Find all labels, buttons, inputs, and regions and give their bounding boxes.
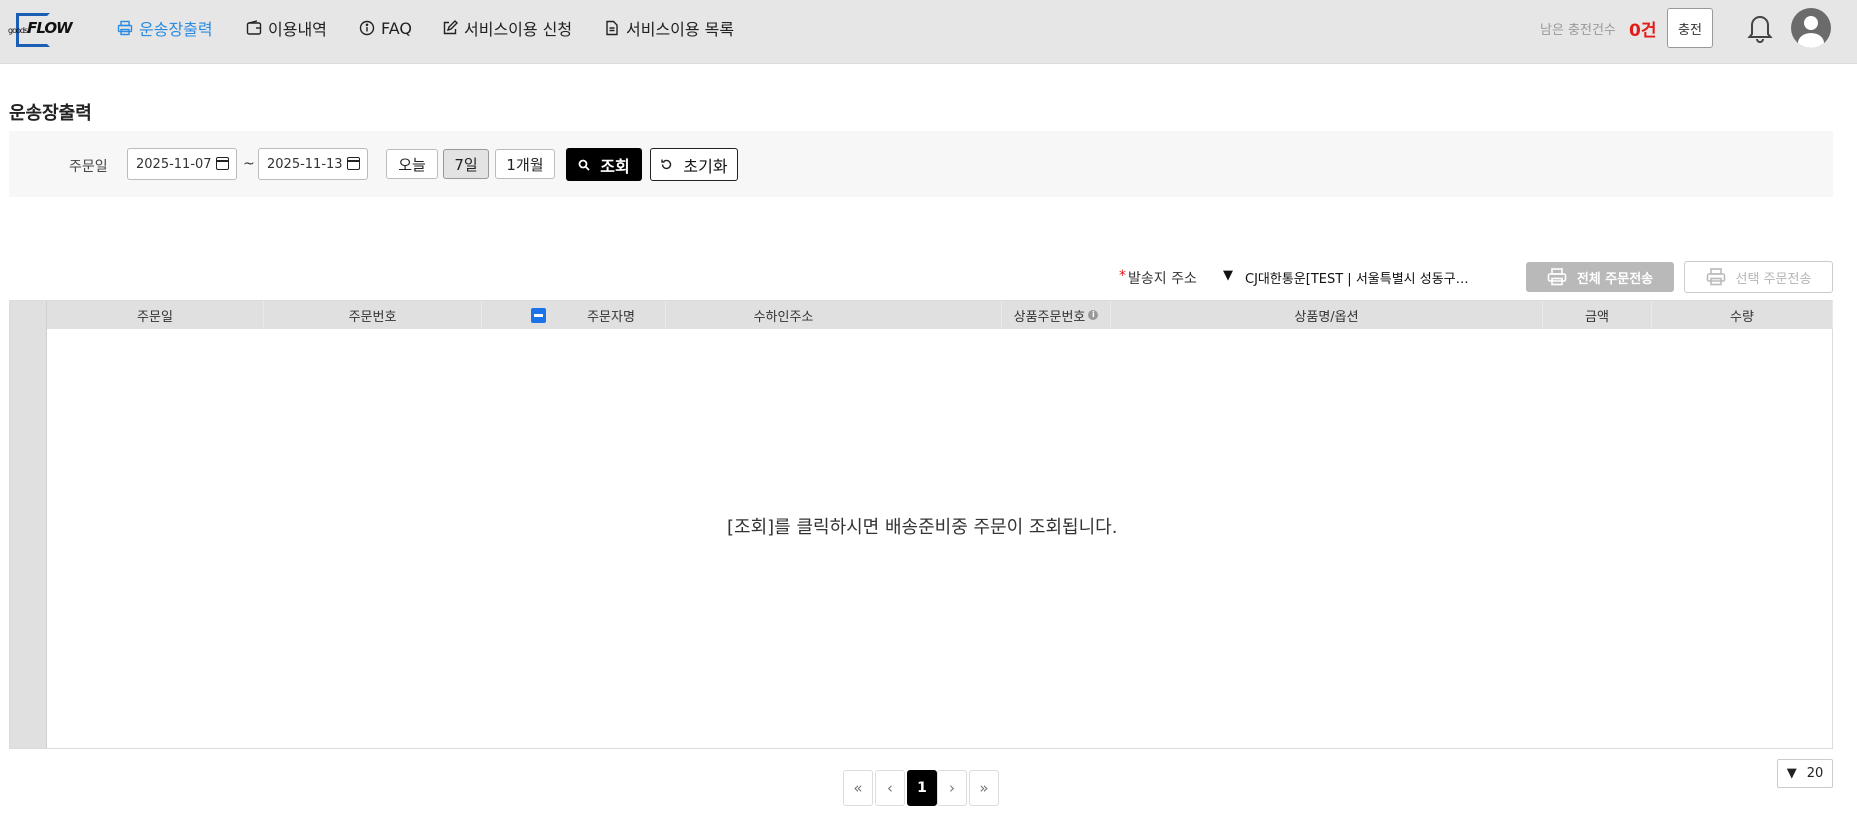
filter-panel: 주문일 2025-11-07 ~ 2025-11-13 오늘 7일 1개월 조회… [9, 131, 1833, 197]
required-mark: * [1119, 268, 1126, 284]
send-selected-orders-button[interactable]: 선택 주문전송 [1684, 261, 1833, 293]
calendar-icon[interactable] [347, 157, 360, 170]
nav-service-list[interactable]: 서비스이용 목록 [604, 0, 734, 56]
send-all-orders-button[interactable]: 전체 주문전송 [1526, 262, 1674, 292]
range-1month-button[interactable]: 1개월 [495, 149, 555, 179]
first-page-button[interactable]: « [843, 770, 873, 806]
search-icon [578, 159, 590, 171]
bell-icon[interactable] [1746, 13, 1774, 43]
refresh-icon [661, 159, 672, 170]
nav-service-apply[interactable]: 서비스이용 신청 [442, 0, 572, 56]
user-avatar-icon[interactable] [1791, 8, 1831, 48]
select-all-checkbox[interactable] [531, 308, 546, 323]
reset-button[interactable]: 초기화 [650, 148, 738, 181]
caret-down-icon: ▼ [1223, 268, 1233, 283]
row-header-column [10, 301, 47, 748]
page-1-button[interactable]: 1 [907, 770, 937, 806]
column-recipient-address[interactable]: 수하인주소 [566, 301, 1002, 329]
nav-label: FAQ [381, 18, 412, 38]
printer-icon [1706, 268, 1725, 286]
column-product-order-number[interactable]: 상품주문번호 i [1002, 301, 1111, 329]
page-title: 운송장출력 [9, 103, 92, 124]
nav-label: 서비스이용 목록 [626, 20, 735, 39]
last-page-button[interactable]: » [969, 770, 999, 806]
top-bar: goodsFLOW 운송장출력 이용내역 FAQ 서비스이용 신청 서비스이용 … [0, 0, 1857, 64]
date-from-input[interactable]: 2025-11-07 [127, 148, 237, 180]
nav-usage-history[interactable]: 이용내역 [246, 0, 327, 56]
table-header: 주문일 주문번호 주문자명 수하인주소 상품주문번호 i 상품명/옵션 금액 수량 [47, 301, 1833, 329]
printer-icon [1547, 268, 1567, 286]
nav-label: 서비스이용 신청 [464, 20, 573, 39]
nav-label: 이용내역 [268, 20, 327, 39]
order-date-label: 주문일 [69, 159, 108, 175]
edit-icon [443, 20, 458, 35]
goodsflow-logo[interactable]: goodsFLOW [8, 10, 74, 50]
printer-icon [117, 20, 133, 36]
column-order-number[interactable]: 주문번호 [264, 301, 482, 329]
caret-down-icon: ▼ [1786, 766, 1797, 781]
nav-faq[interactable]: FAQ [359, 0, 412, 56]
column-order-date[interactable]: 주문일 [47, 301, 264, 329]
info-icon[interactable]: i [1088, 310, 1099, 320]
page-size-select[interactable]: ▼ 20 [1777, 759, 1833, 788]
search-button[interactable]: 조회 [566, 148, 642, 181]
next-page-button[interactable]: › [937, 770, 967, 806]
document-icon [606, 20, 618, 36]
shipping-address-select[interactable]: ▼ CJ대한통운[TEST | 서울특별시 성동구… [1223, 268, 1469, 287]
range-today-button[interactable]: 오늘 [386, 149, 438, 179]
info-circle-icon [359, 20, 375, 36]
wallet-icon [246, 20, 262, 35]
range-7days-button[interactable]: 7일 [443, 149, 489, 179]
empty-table-message: [조회]를 클릭하시면 배송준비중 주문이 조회됩니다. [727, 517, 1118, 538]
column-amount[interactable]: 금액 [1543, 301, 1652, 329]
date-separator: ~ [243, 156, 255, 172]
shipping-address-label: 발송지 주소 [1128, 271, 1197, 287]
column-product-option[interactable]: 상품명/옵션 [1111, 301, 1543, 329]
prev-page-button[interactable]: ‹ [875, 770, 905, 806]
nav-label: 운송장출력 [139, 20, 213, 39]
nav-waybill-print[interactable]: 운송장출력 [117, 0, 213, 56]
charge-button[interactable]: 충전 [1667, 8, 1713, 48]
calendar-icon[interactable] [216, 157, 229, 170]
date-to-input[interactable]: 2025-11-13 [258, 148, 368, 180]
remaining-charge-count: 0건 [1629, 21, 1657, 41]
remaining-charge-label: 남은 충전건수 [1540, 23, 1616, 38]
column-quantity[interactable]: 수량 [1652, 301, 1833, 329]
